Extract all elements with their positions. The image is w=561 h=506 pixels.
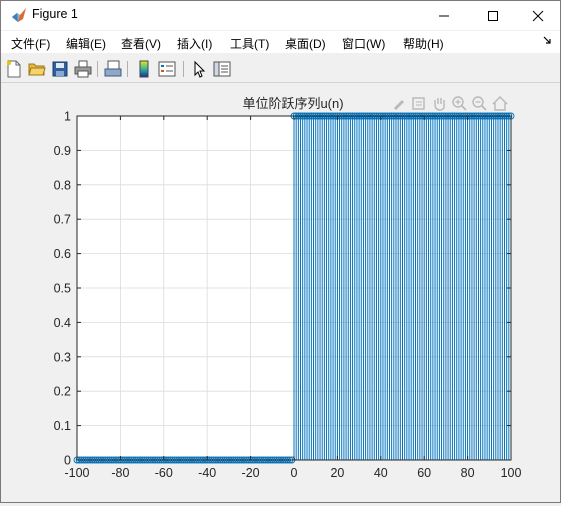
x-tick-label: 60 (417, 466, 431, 480)
x-tick-label: -100 (64, 466, 89, 480)
y-tick-label: 0.3 (54, 350, 71, 364)
print-icon[interactable] (74, 60, 92, 78)
menu-bar: 文件(F) 编辑(E) 查看(V) 插入(I) 工具(T) 桌面(D) 窗口(W… (1, 31, 560, 53)
menu-file[interactable]: 文件(F) (11, 35, 50, 52)
zoom-in-icon (452, 96, 467, 111)
x-tick-label: 0 (291, 466, 298, 480)
menu-help[interactable]: 帮助(H) (403, 35, 444, 52)
open-file-icon[interactable] (28, 60, 46, 78)
toolbar-separator (97, 61, 98, 77)
close-button[interactable] (515, 1, 561, 30)
menu-window[interactable]: 窗口(W) (342, 35, 385, 52)
property-inspector-icon[interactable] (213, 60, 231, 78)
menu-edit[interactable]: 编辑(E) (66, 35, 106, 52)
figure-toolbar (1, 56, 560, 83)
x-tick-label: -40 (198, 466, 216, 480)
toolbar-separator (127, 61, 128, 77)
x-tick-label: 100 (501, 466, 522, 480)
title-bar: Figure 1 (1, 1, 560, 30)
menu-desktop[interactable]: 桌面(D) (285, 35, 326, 52)
edit-plot-cursor-icon[interactable] (190, 60, 208, 78)
x-tick-label: -20 (242, 466, 260, 480)
axes-toolbar (394, 96, 508, 111)
y-tick-label: 0 (64, 454, 71, 468)
menu-insert[interactable]: 插入(I) (177, 35, 212, 52)
zoom-out-icon (472, 96, 487, 111)
home-icon (492, 96, 508, 111)
x-tick-label: 20 (330, 466, 344, 480)
matlab-icon (11, 7, 27, 23)
y-tick-label: 0.7 (54, 213, 71, 227)
print-preview-icon[interactable] (104, 60, 122, 78)
y-tick-label: 0.5 (54, 282, 71, 296)
insert-legend-icon[interactable] (158, 60, 176, 78)
figure-window: Figure 1 文件(F) 编辑(E) 查看(V) 插入(I) 工具(T) 桌… (0, 0, 561, 503)
y-tick-label: 0.9 (54, 144, 71, 158)
close-icon (532, 10, 544, 21)
toolbar-separator (183, 61, 184, 77)
figure-canvas: -100 -80 -60 -40 -20 0 20 40 60 80 100 0 0.1 0.2 0.3 0.… (1, 83, 560, 502)
x-tick-label: 40 (374, 466, 388, 480)
maximize-icon (488, 10, 498, 21)
new-figure-icon[interactable] (5, 60, 23, 78)
x-tick-label: 80 (461, 466, 475, 480)
brush-icon (394, 100, 404, 110)
y-tick-label: 0.4 (54, 316, 71, 330)
insert-colorbar-icon[interactable] (135, 60, 153, 78)
y-tick-label: 0.6 (54, 247, 71, 261)
save-icon[interactable] (51, 60, 69, 78)
minimize-icon (439, 15, 449, 16)
menu-view[interactable]: 查看(V) (121, 35, 161, 52)
x-tick-label: -80 (111, 466, 129, 480)
maximize-button[interactable] (470, 1, 516, 30)
y-tick-label: 0.8 (54, 178, 71, 192)
minimize-button[interactable] (421, 1, 467, 30)
data-tips-icon (412, 97, 425, 110)
menu-tools[interactable]: 工具(T) (230, 35, 269, 52)
x-tick-label: -60 (155, 466, 173, 480)
y-tick-label: 0.1 (54, 419, 71, 433)
menu-overflow-arrow-icon[interactable] (542, 35, 552, 48)
y-tick-label: 0.2 (54, 385, 71, 399)
stem-plot[interactable]: -100 -80 -60 -40 -20 0 20 40 60 80 100 0 0.1 0.2 0.3 0.… (1, 83, 560, 502)
window-title: Figure 1 (32, 7, 78, 21)
plot-title: 单位阶跃序列u(n) (242, 96, 343, 111)
pan-icon (434, 98, 445, 111)
y-tick-label: 1 (64, 110, 71, 124)
